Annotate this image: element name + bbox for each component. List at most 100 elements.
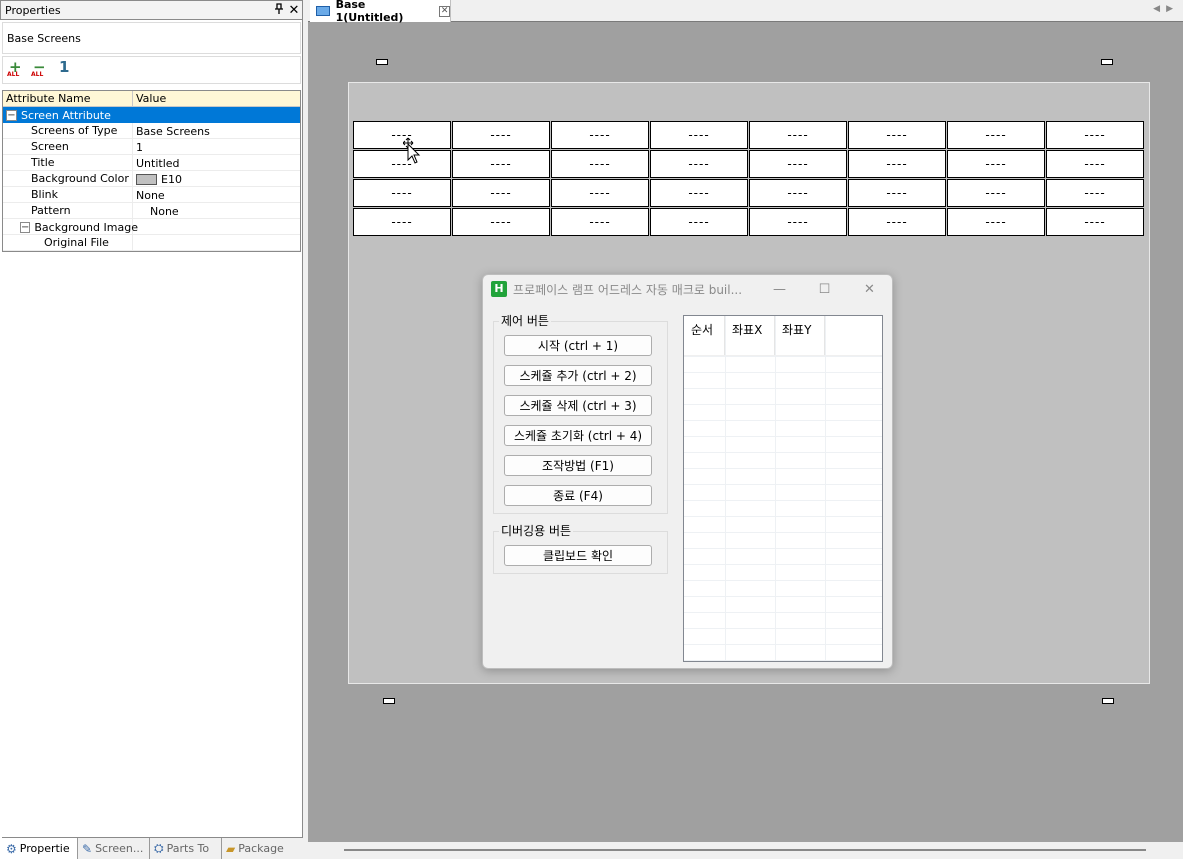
app-logo-icon: H	[491, 281, 507, 297]
subgroup-label: Background Image	[34, 220, 138, 234]
resize-handle[interactable]	[1101, 59, 1113, 65]
lamp-cell[interactable]: ----	[650, 121, 748, 149]
resize-handle[interactable]	[383, 698, 395, 704]
screen-icon	[316, 6, 330, 16]
property-value[interactable]: Untitled	[133, 155, 300, 170]
property-row[interactable]: Title Untitled	[3, 155, 300, 171]
lamp-cell[interactable]: ----	[749, 150, 847, 178]
tab-package[interactable]: ▰ Package	[222, 838, 294, 859]
value-column[interactable]: Value	[133, 91, 166, 106]
collapse-icon[interactable]: −	[20, 221, 31, 233]
lamp-cell[interactable]: ----	[848, 179, 946, 207]
close-tab-icon[interactable]: ✕	[439, 5, 451, 17]
property-name: Original File	[3, 235, 133, 250]
exit-button[interactable]: 종료 (F4)	[504, 485, 652, 506]
lamp-cell[interactable]: ----	[1046, 150, 1144, 178]
tab-base-1[interactable]: Base 1(Untitled) ✕	[310, 0, 451, 24]
resize-handle[interactable]	[376, 59, 388, 65]
properties-title: Properties	[5, 3, 61, 17]
background-image-group[interactable]: − Background Image	[3, 219, 300, 235]
tab-parts-toolbox[interactable]: ⛭ Parts To	[150, 838, 222, 859]
lamp-cell[interactable]: ----	[551, 208, 649, 236]
debug-group-label: 디버깅용 버튼	[499, 522, 574, 539]
lamp-cell[interactable]: ----	[749, 179, 847, 207]
lamp-cell[interactable]: ----	[947, 179, 1045, 207]
add-schedule-button[interactable]: 스케쥴 추가 (ctrl + 2)	[504, 365, 652, 386]
lamp-cell[interactable]: ----	[650, 150, 748, 178]
property-name: Screen	[3, 139, 133, 154]
property-row[interactable]: Original File	[3, 235, 300, 251]
tab-properties[interactable]: ⚙ Propertie	[2, 838, 78, 859]
lamp-cell[interactable]: ----	[353, 179, 451, 207]
screen-attribute-group[interactable]: − Screen Attribute	[3, 107, 300, 123]
property-value[interactable]: E10	[133, 171, 300, 186]
property-row[interactable]: Blink None	[3, 187, 300, 203]
horizontal-scrollbar[interactable]	[344, 849, 1146, 851]
maximize-button[interactable]: ☐	[802, 282, 847, 297]
property-row[interactable]: Pattern None	[3, 203, 300, 219]
property-row[interactable]: Screens of Type Base Screens	[3, 123, 300, 139]
lamp-cell[interactable]: ----	[452, 150, 550, 178]
close-button[interactable]: ✕	[847, 282, 892, 297]
lamp-cell[interactable]: ----	[947, 208, 1045, 236]
reset-schedule-button[interactable]: 스케쥴 초기화 (ctrl + 4)	[504, 425, 652, 446]
lamp-cell[interactable]: ----	[650, 208, 748, 236]
delete-schedule-button[interactable]: 스케쥴 삭제 (ctrl + 3)	[504, 395, 652, 416]
property-row[interactable]: Background Color E10	[3, 171, 300, 187]
pin-icon[interactable]	[272, 3, 286, 17]
lamp-cell[interactable]: ----	[947, 121, 1045, 149]
attribute-name-column[interactable]: Attribute Name	[3, 91, 133, 106]
document-tabbar: Base 1(Untitled) ✕ ◀▶	[308, 0, 1183, 24]
color-swatch	[136, 173, 157, 185]
column-y[interactable]: 좌표Y	[775, 316, 825, 355]
collapse-all-button[interactable]: − ALL	[31, 58, 49, 79]
lamp-cell[interactable]: ----	[848, 150, 946, 178]
lamp-cell[interactable]: ----	[848, 121, 946, 149]
macro-app-window: H 프로페이스 램프 어드레스 자동 매크로 buil... — ☐ ✕ 제어 …	[482, 274, 893, 669]
lamp-cell[interactable]: ----	[947, 150, 1045, 178]
lamp-cell[interactable]: ----	[749, 121, 847, 149]
column-order[interactable]: 순서	[684, 316, 725, 355]
lamp-cell[interactable]: ----	[452, 121, 550, 149]
lamp-cell[interactable]: ----	[1046, 208, 1144, 236]
lamp-cell[interactable]: ----	[551, 121, 649, 149]
lamp-cell[interactable]: ----	[848, 208, 946, 236]
lamp-cell[interactable]: ----	[1046, 179, 1144, 207]
check-clipboard-button[interactable]: 클립보드 확인	[504, 545, 652, 566]
property-row[interactable]: Screen 1	[3, 139, 300, 155]
property-grid: Attribute Name Value − Screen Attribute …	[2, 90, 301, 252]
resize-handle[interactable]	[1102, 698, 1114, 704]
minimize-button[interactable]: —	[757, 282, 802, 297]
lamp-cell[interactable]: ----	[749, 208, 847, 236]
property-value[interactable]	[133, 235, 300, 250]
start-button[interactable]: 시작 (ctrl + 1)	[504, 335, 652, 356]
lamp-cell[interactable]: ----	[353, 208, 451, 236]
lamp-cell[interactable]: ----	[353, 150, 451, 178]
properties-toolbar: + ALL − ALL 1	[2, 56, 301, 84]
lamp-cell[interactable]: ----	[551, 150, 649, 178]
tab-screens[interactable]: ✎ Screen...	[78, 838, 150, 859]
expand-all-button[interactable]: + ALL	[7, 58, 25, 79]
app-titlebar[interactable]: H 프로페이스 램프 어드레스 자동 매크로 buil... — ☐ ✕	[483, 275, 892, 303]
lamp-cell[interactable]: ----	[353, 121, 451, 149]
app-title: 프로페이스 램프 어드레스 자동 매크로 buil...	[513, 282, 743, 297]
help-button[interactable]: 조작방법 (F1)	[504, 455, 652, 476]
schedule-list[interactable]: 순서 좌표X 좌표Y	[683, 315, 883, 662]
lamp-cell[interactable]: ----	[1046, 121, 1144, 149]
property-value[interactable]: Base Screens	[133, 123, 300, 138]
column-x[interactable]: 좌표X	[725, 316, 775, 355]
lamp-cell[interactable]: ----	[551, 179, 649, 207]
property-value[interactable]: None	[133, 203, 300, 218]
lamp-cell[interactable]: ----	[452, 208, 550, 236]
property-name: Pattern	[3, 203, 133, 218]
lamp-cell[interactable]: ----	[650, 179, 748, 207]
collapse-icon[interactable]: −	[6, 109, 17, 121]
lamp-cell[interactable]: ----	[452, 179, 550, 207]
sort-button[interactable]: 1	[55, 58, 73, 79]
panel-tabs: ⚙ Propertie ✎ Screen... ⛭ Parts To ▰ Pac…	[2, 837, 303, 859]
tab-scroll-arrows[interactable]: ◀▶	[1153, 4, 1179, 14]
properties-panel: Properties ✕ Base Screens + ALL − ALL 1 …	[0, 0, 303, 859]
close-icon[interactable]: ✕	[286, 3, 302, 18]
property-value[interactable]: None	[133, 187, 300, 202]
property-value[interactable]: 1	[133, 139, 300, 154]
